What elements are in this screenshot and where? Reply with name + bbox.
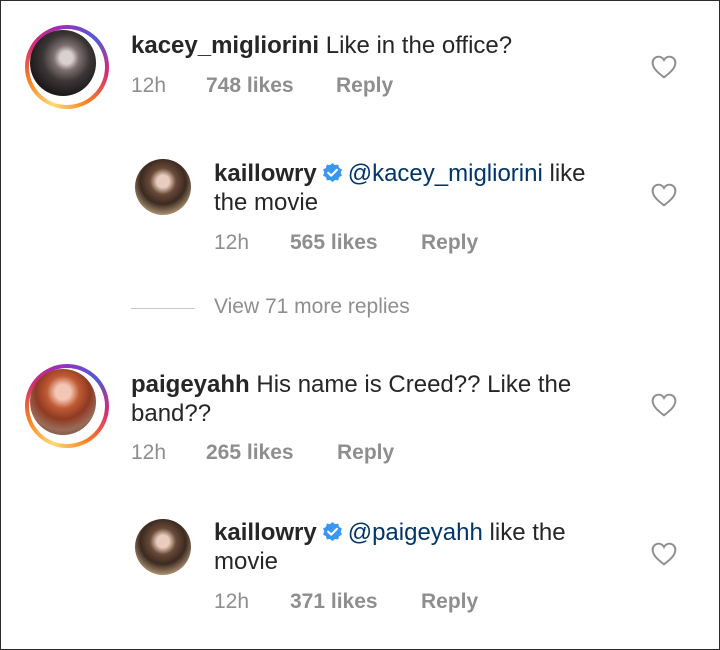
comment-body-line2: band?? <box>131 400 212 427</box>
reply-meta: 12h 371 likes Reply <box>214 590 478 614</box>
avatar <box>30 30 96 96</box>
avatar-with-story-ring[interactable] <box>25 364 109 448</box>
comment-body: Like in the office? <box>325 32 513 59</box>
reply-button[interactable]: Reply <box>336 74 393 98</box>
reply-text: kaillowry @paigeyahh like the movie <box>214 518 566 576</box>
likes-count[interactable]: 371 likes <box>290 590 421 614</box>
reply-body-line2: the movie <box>214 189 319 216</box>
reply-button[interactable]: Reply <box>421 231 478 255</box>
comment-meta: 12h 265 likes Reply <box>131 441 394 465</box>
username[interactable]: kaillowry <box>214 519 317 546</box>
comment-meta: 12h 748 likes Reply <box>131 74 393 98</box>
comment-text: paigeyahh His name is Creed?? Like the b… <box>131 370 571 428</box>
comments-panel: kacey_migliorini Like in the office? 12h… <box>0 0 720 650</box>
avatar <box>135 519 191 575</box>
username[interactable]: kacey_migliorini <box>131 32 319 59</box>
view-more-label[interactable]: View 71 more replies <box>214 295 410 319</box>
reply-body: like <box>542 160 586 187</box>
mention-link[interactable]: @paigeyahh <box>348 519 483 546</box>
username[interactable]: kaillowry <box>214 160 317 187</box>
timestamp: 12h <box>131 74 167 97</box>
avatar-wrap[interactable] <box>135 519 191 575</box>
divider-line <box>131 308 195 309</box>
comment-text: kacey_migliorini Like in the office? <box>131 31 512 60</box>
verified-badge-icon <box>322 162 342 183</box>
reply-meta: 12h 565 likes Reply <box>214 231 478 255</box>
reply-text: kaillowry @kacey_migliorini like the mov… <box>214 159 586 217</box>
mention-link[interactable]: @kacey_migliorini <box>348 160 543 187</box>
username[interactable]: paigeyahh <box>131 371 250 398</box>
likes-count[interactable]: 748 likes <box>206 74 336 98</box>
verified-badge-icon <box>322 521 342 542</box>
heart-icon[interactable] <box>651 393 677 417</box>
likes-count[interactable]: 565 likes <box>290 231 421 255</box>
reply-button[interactable]: Reply <box>337 441 394 465</box>
view-more-replies[interactable]: View 71 more replies <box>131 291 531 327</box>
avatar <box>135 159 191 215</box>
timestamp: 12h <box>131 441 167 464</box>
heart-icon[interactable] <box>651 55 677 79</box>
reply-button[interactable]: Reply <box>421 590 478 614</box>
reply-body: like the <box>482 519 566 546</box>
reply-body-line2: movie <box>214 548 279 575</box>
avatar <box>30 369 96 435</box>
avatar-with-story-ring[interactable] <box>25 25 109 109</box>
likes-count[interactable]: 265 likes <box>206 441 337 465</box>
heart-icon[interactable] <box>651 542 677 566</box>
heart-icon[interactable] <box>651 183 677 207</box>
comment-body: His name is Creed?? Like the <box>256 371 572 398</box>
timestamp: 12h <box>214 231 250 254</box>
timestamp: 12h <box>214 590 250 613</box>
avatar-wrap[interactable] <box>135 159 191 215</box>
